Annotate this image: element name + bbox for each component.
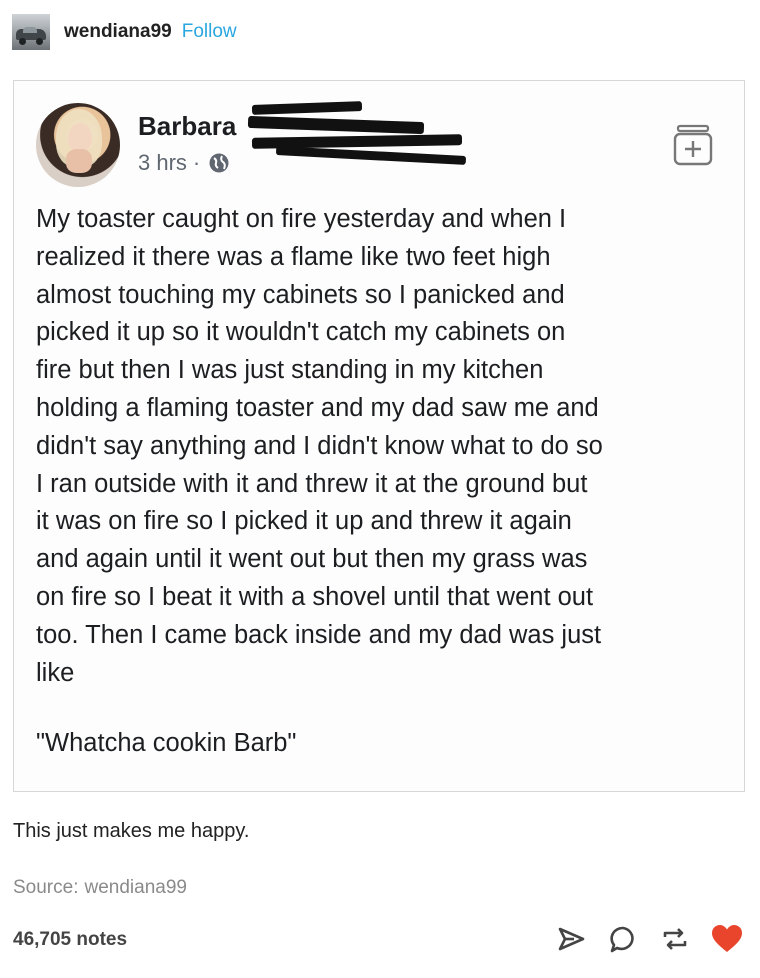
reply-button[interactable]: [606, 922, 640, 956]
source-line: Source: wendiana99: [13, 877, 187, 899]
source-link[interactable]: wendiana99: [84, 877, 186, 898]
like-icon: [712, 925, 742, 952]
post-body: My toaster caught on fire yesterday and …: [36, 205, 603, 687]
reblog-caption: This just makes me happy.: [13, 820, 250, 842]
author-avatar: [36, 103, 120, 187]
car-wheel: [19, 38, 26, 45]
redaction-mark: [251, 101, 363, 115]
reblog-icon: [663, 928, 687, 950]
post-time: 3 hrs: [138, 150, 187, 175]
post-quote: "Whatcha cookin Barb": [36, 729, 297, 757]
share-icon: [558, 927, 585, 951]
embedded-screenshot: Barbara 3 hrs · My toaster caught on fir…: [13, 80, 745, 792]
like-button[interactable]: [710, 922, 744, 956]
post-actions: [554, 922, 744, 956]
globe-icon: [209, 153, 229, 173]
post-meta: 3 hrs ·: [138, 150, 230, 176]
notes-count[interactable]: 46,705 notes: [13, 929, 127, 951]
car-wheel: [36, 38, 43, 45]
meta-separator: ·: [192, 150, 201, 175]
redaction-mark: [247, 115, 425, 135]
add-to-album-icon[interactable]: [672, 123, 714, 167]
redaction-mark: [275, 146, 467, 165]
share-button[interactable]: [554, 922, 588, 956]
source-label: Source:: [13, 877, 79, 898]
reply-icon: [610, 926, 634, 953]
reblog-button[interactable]: [658, 922, 692, 956]
avatar-hand: [66, 149, 92, 173]
user-avatar[interactable]: [12, 14, 50, 50]
post-header: wendiana99 Follow: [12, 14, 237, 50]
follow-button[interactable]: Follow: [182, 21, 237, 43]
username-link[interactable]: wendiana99: [64, 21, 172, 43]
car-window: [23, 27, 37, 33]
author-name: Barbara: [138, 111, 237, 141]
